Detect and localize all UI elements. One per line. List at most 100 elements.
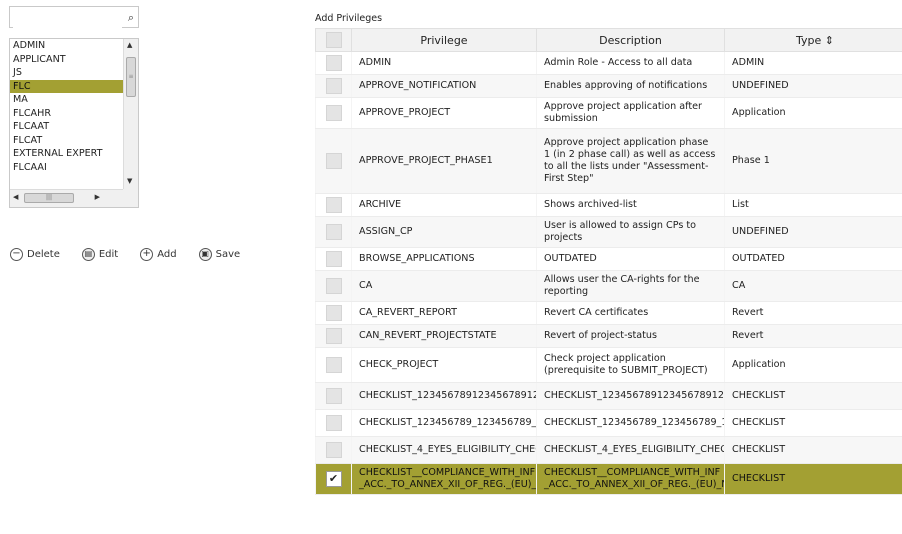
type-cell: Application xyxy=(724,97,902,129)
row-checkbox[interactable] xyxy=(325,415,342,431)
description-cell: Enables approving of notifications xyxy=(536,74,725,98)
scroll-left-icon[interactable]: ◀ xyxy=(13,193,18,201)
scrollbar-thumb-horizontal[interactable]: ||| xyxy=(24,193,74,203)
row-checkbox[interactable] xyxy=(325,305,342,321)
table-row[interactable]: ADMIN Admin Role - Access to all data ADMI… xyxy=(315,51,902,75)
minus-circle-icon: − xyxy=(10,247,23,261)
row-checkbox[interactable] xyxy=(325,55,342,71)
type-cell: List xyxy=(724,193,902,217)
row-checkbox-cell[interactable] xyxy=(315,324,352,348)
role-list-item[interactable]: ADMIN xyxy=(10,39,124,53)
privilege-cell: APPROVE_PROJECT xyxy=(351,97,537,129)
role-list-item[interactable]: FLCAAT xyxy=(10,120,124,134)
row-checkbox[interactable] xyxy=(325,442,342,458)
type-cell: UNDEFINED xyxy=(724,216,902,248)
scrollbar-thumb[interactable]: ≡ xyxy=(126,57,136,97)
delete-button[interactable]: − Delete xyxy=(10,246,60,262)
row-checkbox-cell[interactable] xyxy=(315,301,352,325)
type-cell: Revert xyxy=(724,301,902,325)
edit-circle-icon: ▤ xyxy=(81,247,95,261)
role-list-horizontal-scrollbar[interactable]: ◀ ||| ▶ xyxy=(10,189,124,207)
row-checkbox-cell[interactable] xyxy=(315,270,352,302)
table-row[interactable]: CAN_REVERT_PROJECTSTATE Revert of project… xyxy=(315,324,902,348)
table-row[interactable]: APPROVE_PROJECT Approve project applicati… xyxy=(315,97,902,129)
role-list-item[interactable]: FLCAAI xyxy=(10,161,124,175)
row-checkbox[interactable] xyxy=(325,197,342,213)
row-checkbox[interactable] xyxy=(325,153,342,169)
select-all-header[interactable] xyxy=(315,28,352,52)
row-checkbox[interactable] xyxy=(325,388,342,404)
row-checkbox-cell[interactable] xyxy=(315,51,352,75)
role-list-item[interactable]: FLCAT xyxy=(10,134,124,148)
table-row[interactable]: CA Allows user the CA-rights for the repo… xyxy=(315,270,902,302)
table-row[interactable]: ✔ CHECKLIST__COMPLIANCE_WITH_INF _ACC._TO… xyxy=(315,463,902,495)
row-checkbox-cell[interactable] xyxy=(315,409,352,437)
role-list-item[interactable]: FLC xyxy=(10,79,124,93)
type-cell: Phase 1 xyxy=(724,128,902,194)
table-row[interactable]: APPROVE_PROJECT_PHASE1 Approve project ap… xyxy=(315,128,902,194)
checked-checkbox[interactable]: ✔ xyxy=(325,471,342,487)
role-list-item[interactable]: EXTERNAL EXPERT xyxy=(10,147,124,161)
role-list-item[interactable]: JS xyxy=(10,66,124,80)
table-header-row: Privilege Description Type ⇕ xyxy=(315,28,902,52)
row-checkbox-cell[interactable] xyxy=(315,193,352,217)
row-checkbox-cell[interactable] xyxy=(315,97,352,129)
row-checkbox[interactable] xyxy=(325,328,342,344)
search-icon[interactable]: ⌕ xyxy=(128,11,134,25)
add-button[interactable]: + Add xyxy=(140,246,177,262)
privilege-column-header[interactable]: Privilege xyxy=(351,28,537,52)
role-list-item[interactable]: MA xyxy=(10,93,124,107)
row-checkbox[interactable] xyxy=(325,224,342,240)
edit-button[interactable]: ▤ Edit xyxy=(81,246,118,262)
description-cell: CHECKLIST_4_EYES_ELIGIBILITY_CHECK xyxy=(536,436,725,464)
table-row[interactable]: CHECK_PROJECT Check project application (… xyxy=(315,347,902,383)
table-row[interactable]: ARCHIVE Shows archived-list List xyxy=(315,193,902,217)
description-column-header[interactable]: Description xyxy=(536,28,725,52)
row-checkbox-cell[interactable] xyxy=(315,436,352,464)
table-row[interactable]: CHECKLIST_4_EYES_ELIGIBILITY_CHECK CHECKL… xyxy=(315,436,902,464)
description-cell: Shows archived-list xyxy=(536,193,725,217)
row-checkbox[interactable] xyxy=(325,78,342,94)
description-cell: User is allowed to assign CPs to project… xyxy=(536,216,725,248)
role-search[interactable]: ⌕ xyxy=(9,6,139,28)
role-search-input[interactable] xyxy=(13,8,122,28)
table-row[interactable]: BROWSE_APPLICATIONS OUTDATED OUTDATED xyxy=(315,247,902,271)
table-row[interactable]: CHECKLIST_123456789_123456789_1 CHECKLIST… xyxy=(315,409,902,437)
row-checkbox[interactable] xyxy=(325,357,342,373)
scroll-down-icon[interactable]: ▼ xyxy=(127,177,132,185)
table-row[interactable]: CHECKLIST_1234567891234567891234 CHECKLIS… xyxy=(315,382,902,410)
row-checkbox[interactable] xyxy=(325,251,342,267)
description-cell: CHECKLIST__COMPLIANCE_WITH_INF _ACC._TO_… xyxy=(536,463,725,495)
type-column-header[interactable]: Type ⇕ xyxy=(724,28,902,52)
row-checkbox-cell[interactable] xyxy=(315,247,352,271)
privileges-table: Privilege Description Type ⇕ ADMIN Admin … xyxy=(315,28,902,495)
select-all-checkbox[interactable] xyxy=(325,32,342,48)
table-row[interactable]: APPROVE_NOTIFICATION Enables approving of… xyxy=(315,74,902,98)
row-checkbox[interactable] xyxy=(325,278,342,294)
type-cell: ADMIN xyxy=(724,51,902,75)
privilege-cell: APPROVE_NOTIFICATION xyxy=(351,74,537,98)
description-cell: Allows user the CA-rights for the report… xyxy=(536,270,725,302)
scroll-right-icon[interactable]: ▶ xyxy=(95,193,100,201)
privilege-cell: CHECKLIST_1234567891234567891234 xyxy=(351,382,537,410)
scroll-up-icon[interactable]: ▲ xyxy=(127,41,132,49)
table-row[interactable]: CA_REVERT_REPORT Revert CA certificates Re… xyxy=(315,301,902,325)
role-actions: − Delete ▤ Edit + Add ▣ Save xyxy=(10,246,262,262)
role-list-item[interactable]: FLCAHR xyxy=(10,107,124,121)
row-checkbox[interactable] xyxy=(325,105,342,121)
role-list-item[interactable]: APPLICANT xyxy=(10,53,124,67)
role-list-vertical-scrollbar[interactable]: ▲ ≡ ▼ xyxy=(123,39,138,189)
row-checkbox-cell[interactable] xyxy=(315,347,352,383)
row-checkbox-cell[interactable]: ✔ xyxy=(315,463,352,495)
row-checkbox-cell[interactable] xyxy=(315,382,352,410)
table-row[interactable]: ASSIGN_CP User is allowed to assign CPs t… xyxy=(315,216,902,248)
description-cell: Check project application (prerequisite … xyxy=(536,347,725,383)
row-checkbox-cell[interactable] xyxy=(315,74,352,98)
row-checkbox-cell[interactable] xyxy=(315,216,352,248)
save-button[interactable]: ▣ Save xyxy=(198,246,241,262)
privilege-cell: ADMIN xyxy=(351,51,537,75)
row-checkbox-cell[interactable] xyxy=(315,128,352,194)
privilege-cell: CA xyxy=(351,270,537,302)
save-label: Save xyxy=(215,248,241,260)
role-list[interactable]: ADMIN APPLICANT JS FLC MA FLCAHR FLCAAT FLCAT EX… xyxy=(9,38,139,208)
